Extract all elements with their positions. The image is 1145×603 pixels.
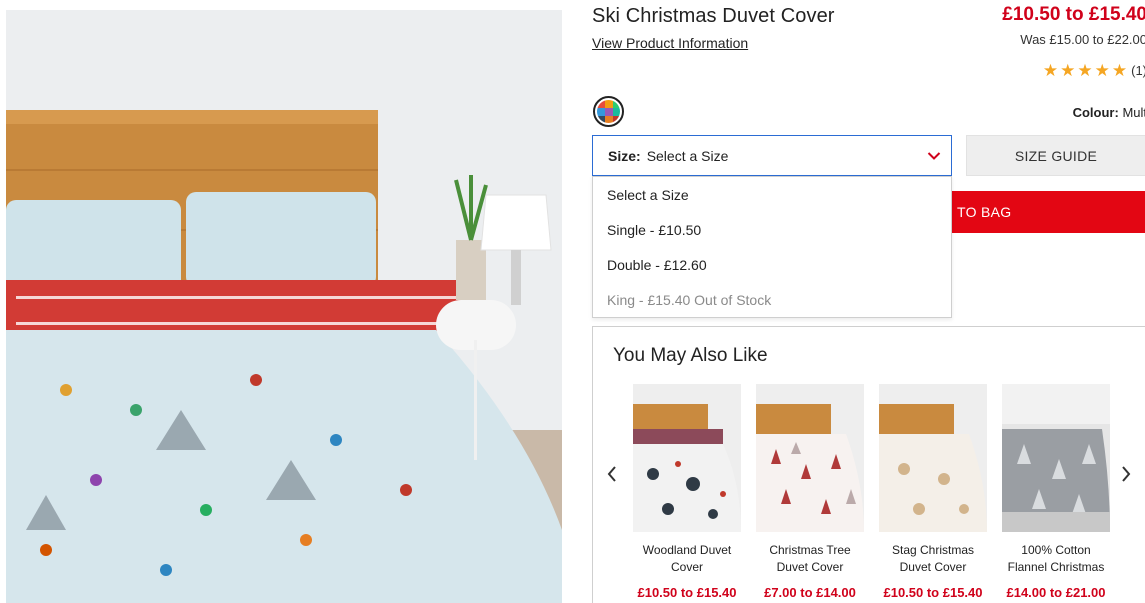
product-thumbnail[interactable]: [1002, 384, 1110, 532]
product-main-image[interactable]: [6, 10, 562, 603]
size-select-label: Size:: [608, 147, 641, 164]
product-card[interactable]: Woodland Duvet Cover £10.50 to £15.40: [633, 384, 741, 600]
chevron-left-icon[interactable]: [606, 465, 618, 483]
star-icon: ★: [1111, 61, 1128, 80]
product-title: Ski Christmas Duvet Cover: [592, 5, 835, 27]
recommendations-title: You May Also Like: [613, 345, 768, 366]
product-card-name[interactable]: Christmas Tree Duvet Cover: [756, 542, 864, 576]
product-card-price: £7.00 to £14.00: [764, 585, 856, 600]
multicolour-icon: [597, 100, 620, 123]
product-card[interactable]: Christmas Tree Duvet Cover £7.00 to £14.…: [756, 384, 864, 600]
product-thumbnail[interactable]: [756, 384, 864, 532]
size-option[interactable]: Double - £12.60: [593, 247, 951, 282]
product-thumbnail[interactable]: [879, 384, 987, 532]
size-select[interactable]: Size: Select a Size: [592, 135, 952, 176]
size-dropdown-list: Select a Size Single - £10.50 Double - £…: [592, 176, 952, 318]
recommendations-panel: You May Also Like Woodland Duvet Cover £…: [592, 326, 1145, 603]
product-card-price: £10.50 to £15.40: [883, 585, 983, 600]
product-card-name[interactable]: Woodland Duvet Cover: [633, 542, 741, 576]
size-option-out-of-stock: King - £15.40 Out of Stock: [607, 291, 772, 308]
star-icon: ★: [1094, 61, 1110, 80]
chevron-right-icon[interactable]: [1120, 465, 1132, 483]
was-price: Was £15.00 to £22.00: [1020, 32, 1145, 47]
product-card-price: £10.50 to £15.40: [637, 585, 737, 600]
product-card-name[interactable]: Stag Christmas Duvet Cover: [879, 542, 987, 576]
price-block: £10.50 to £15.40 Was £15.00 to £22.00: [927, 4, 1145, 47]
product-card-price: £14.00 to £21.00: [1006, 585, 1106, 600]
product-card[interactable]: Stag Christmas Duvet Cover £10.50 to £15…: [879, 384, 987, 600]
size-option[interactable]: Single - £10.50: [593, 212, 951, 247]
chevron-down-icon: [927, 152, 941, 160]
colour-label: Colour: Mult: [1072, 105, 1145, 120]
rating-count[interactable]: (1): [1131, 63, 1145, 78]
add-to-bag-button[interactable]: TO BAG: [940, 191, 1145, 233]
size-guide-button[interactable]: SIZE GUIDE: [966, 135, 1145, 176]
colour-swatch-multi[interactable]: [593, 96, 624, 127]
star-icon: ★: [1042, 61, 1059, 80]
rating[interactable]: ★ ★ ★ ★ ★ (1): [1043, 62, 1145, 79]
product-card-name[interactable]: 100% Cotton Flannel Christmas: [1002, 542, 1110, 576]
product-thumbnail[interactable]: [633, 384, 741, 532]
product-card[interactable]: 100% Cotton Flannel Christmas £14.00 to …: [1002, 384, 1110, 600]
star-icon: ★: [1077, 61, 1093, 80]
colour-value: Mult: [1122, 105, 1145, 120]
size-option[interactable]: Select a Size: [593, 177, 951, 212]
size-select-value: Select a Size: [646, 147, 729, 164]
view-product-info-link[interactable]: View Product Information: [592, 35, 748, 51]
current-price: £10.50 to £15.40: [1002, 4, 1145, 25]
star-icon: ★: [1060, 61, 1076, 80]
